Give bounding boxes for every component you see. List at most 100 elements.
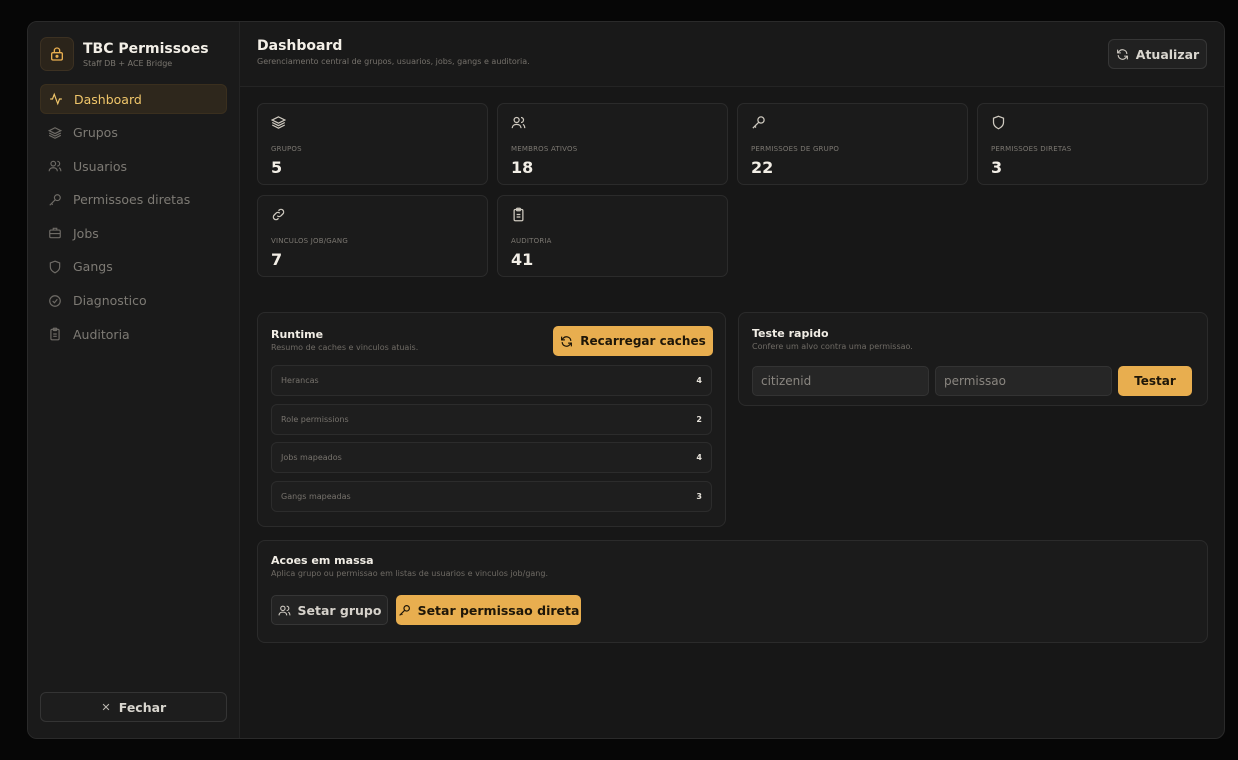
set-group-label: Setar grupo <box>297 602 382 618</box>
users-icon <box>48 160 62 172</box>
sidebar-item-usuarios[interactable]: Usuarios <box>40 151 227 181</box>
quick-test-subtitle: Confere um alvo contra uma permissao. <box>752 342 913 351</box>
runtime-item-name: Gangs mapeadas <box>281 491 351 501</box>
refresh-icon <box>561 335 573 347</box>
shield-icon <box>992 115 1005 130</box>
runtime-item-name: Herancas <box>281 376 319 385</box>
stat-label: PERMISSOES DIRETAS <box>991 145 1072 153</box>
stat-value: 3 <box>991 158 1003 177</box>
runtime-item-value: 2 <box>696 414 702 424</box>
sidebar-item-label: Grupos <box>73 125 118 141</box>
link-icon <box>272 208 285 221</box>
stat-value: 5 <box>271 158 283 177</box>
sidebar-item-label: Permissoes diretas <box>73 192 191 208</box>
stat-card-vinculos: VINCULOS JOB/GANG 7 <box>257 195 488 277</box>
runtime-item-value: 3 <box>696 491 702 501</box>
sidebar-item-label: Jobs <box>73 225 99 241</box>
clipboard-icon <box>513 207 524 222</box>
stat-label: VINCULOS JOB/GANG <box>271 237 348 245</box>
briefcase-icon <box>49 228 61 239</box>
layers-icon <box>48 126 62 139</box>
stat-label: AUDITORIA <box>511 237 552 245</box>
main-area: Dashboard Gerenciamento central de grupo… <box>240 22 1224 738</box>
permission-input[interactable] <box>935 366 1112 396</box>
sidebar-item-dashboard[interactable]: Dashboard <box>40 84 227 114</box>
refresh-button-label: Atualizar <box>1135 46 1200 62</box>
key-icon <box>49 193 61 206</box>
reload-caches-button[interactable]: Recarregar caches <box>553 326 713 356</box>
stat-value: 18 <box>511 158 534 177</box>
sidebar-item-auditoria[interactable]: Auditoria <box>40 319 227 349</box>
page-title: Dashboard <box>257 38 343 54</box>
stat-label: PERMISSOES DE GRUPO <box>751 145 840 153</box>
brand-title: TBC Permissoes <box>83 40 209 57</box>
runtime-list: Herancas 4 Role permissions 2 Jobs mapea… <box>271 365 712 512</box>
check-circle-icon <box>49 294 61 307</box>
sidebar-item-label: Dashboard <box>74 91 142 107</box>
key-icon <box>752 116 765 129</box>
lock-icon <box>40 37 74 71</box>
sidebar-item-label: Gangs <box>73 259 113 275</box>
stat-card-permissoes-diretas: PERMISSOES DIRETAS 3 <box>977 103 1208 185</box>
test-button[interactable]: Testar <box>1118 366 1192 396</box>
users-icon <box>511 116 526 129</box>
quick-test-form: Testar <box>752 366 1194 396</box>
mass-actions-buttons: Setar grupo Setar permissao direta <box>271 595 1194 625</box>
sidebar-item-grupos[interactable]: Grupos <box>40 118 227 148</box>
mass-actions-panel: Acoes em massa Aplica grupo ou permissao… <box>257 540 1208 643</box>
refresh-icon <box>1116 48 1128 60</box>
content: GRUPOS 5 MEMBROS ATIVOS 18 PERMISSOES DE… <box>257 103 1208 643</box>
stat-card-grupos: GRUPOS 5 <box>257 103 488 185</box>
stat-label: MEMBROS ATIVOS <box>511 145 578 153</box>
quick-test-title: Teste rapido <box>752 327 829 340</box>
runtime-item-name: Role permissions <box>281 414 349 424</box>
shield-icon <box>49 260 61 274</box>
key-icon <box>398 604 410 616</box>
sidebar: TBC Permissoes Staff DB + ACE Bridge Das… <box>28 22 240 738</box>
stat-value: 41 <box>511 250 534 269</box>
stat-label: GRUPOS <box>271 145 302 153</box>
close-button-label: Fechar <box>118 699 167 715</box>
citizenid-input[interactable] <box>752 366 929 396</box>
set-direct-permission-label: Setar permissao direta <box>417 602 580 618</box>
set-direct-permission-button[interactable]: Setar permissao direta <box>396 595 581 625</box>
brand: TBC Permissoes Staff DB + ACE Bridge <box>40 36 227 72</box>
page-subtitle: Gerenciamento central de grupos, usuario… <box>257 57 530 66</box>
set-group-button[interactable]: Setar grupo <box>271 595 388 625</box>
stat-card-permissoes-grupo: PERMISSOES DE GRUPO 22 <box>737 103 968 185</box>
stats-grid: GRUPOS 5 MEMBROS ATIVOS 18 PERMISSOES DE… <box>257 103 1208 277</box>
list-item: Herancas 4 <box>271 365 712 396</box>
quick-test-panel: Teste rapido Confere um alvo contra uma … <box>738 312 1208 406</box>
reload-caches-label: Recarregar caches <box>580 334 706 348</box>
close-button[interactable]: Fechar <box>40 692 227 722</box>
sidebar-item-diagnostico[interactable]: Diagnostico <box>40 286 227 316</box>
users-icon <box>278 605 290 615</box>
runtime-item-name: Jobs mapeados <box>281 453 342 462</box>
runtime-item-value: 4 <box>696 453 702 462</box>
stat-card-auditoria: AUDITORIA 41 <box>497 195 728 277</box>
refresh-button[interactable]: Atualizar <box>1108 39 1207 69</box>
stat-card-membros: MEMBROS ATIVOS 18 <box>497 103 728 185</box>
sidebar-item-gangs[interactable]: Gangs <box>40 252 227 282</box>
stat-value: 7 <box>271 250 283 269</box>
clipboard-icon <box>50 327 60 341</box>
brand-subtitle: Staff DB + ACE Bridge <box>83 58 173 68</box>
layers-icon <box>270 116 287 129</box>
sidebar-item-permissoes-diretas[interactable]: Permissoes diretas <box>40 185 227 215</box>
list-item: Role permissions 2 <box>271 403 712 435</box>
mass-actions-subtitle: Aplica grupo ou permissao em listas de u… <box>271 569 548 578</box>
sidebar-item-label: Usuarios <box>73 158 128 174</box>
activity-icon <box>50 92 62 106</box>
close-icon <box>102 703 110 711</box>
runtime-item-value: 4 <box>696 376 702 385</box>
mass-actions-title: Acoes em massa <box>271 554 374 567</box>
stat-value: 22 <box>751 158 774 177</box>
runtime-panel: Runtime Resumo de caches e vinculos atua… <box>257 312 726 527</box>
sidebar-item-label: Auditoria <box>73 326 130 342</box>
app-window: TBC Permissoes Staff DB + ACE Bridge Das… <box>27 21 1225 739</box>
topbar: Dashboard Gerenciamento central de grupo… <box>240 22 1224 87</box>
list-item: Gangs mapeadas 3 <box>271 480 712 512</box>
sidebar-item-label: Diagnostico <box>73 293 147 309</box>
list-item: Jobs mapeados 4 <box>271 442 712 473</box>
sidebar-item-jobs[interactable]: Jobs <box>40 218 227 248</box>
